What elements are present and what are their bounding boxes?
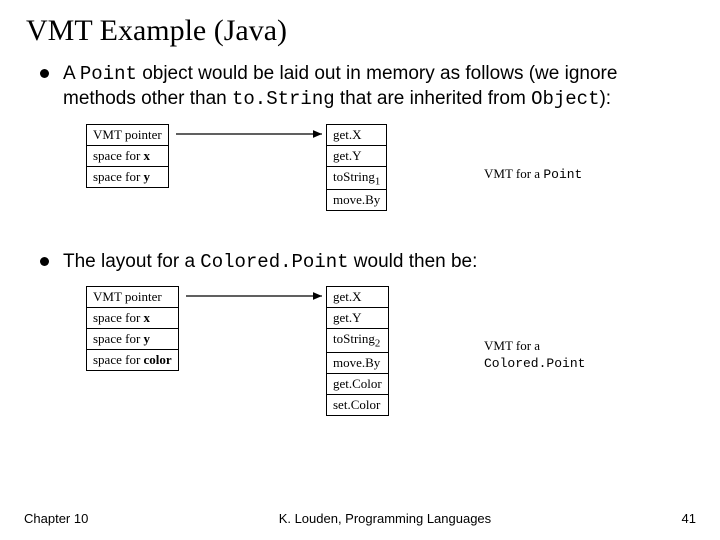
bullet-2: The layout for a Colored.Point would the… xyxy=(40,250,694,275)
bullet-1: A Point object would be laid out in memo… xyxy=(40,62,694,112)
cp-vmt-table: get.X get.Y toString2 move.By get.Color … xyxy=(326,286,389,416)
vmt-row: toString2 xyxy=(327,329,389,353)
vmt-row: toString1 xyxy=(327,166,387,190)
point-caption: VMT for a Point xyxy=(484,166,582,184)
footer-center: K. Louden, Programming Languages xyxy=(279,511,491,526)
obj-row: space for y xyxy=(87,166,169,187)
vmt-row: get.Color xyxy=(327,373,389,394)
vmt-row: get.X xyxy=(327,287,389,308)
obj-row: VMT pointer xyxy=(87,287,179,308)
diagram-coloredpoint: VMT pointer space for x space for y spac… xyxy=(86,282,694,452)
page-title: VMT Example (Java) xyxy=(26,14,694,48)
obj-row: space for y xyxy=(87,329,179,350)
obj-row: space for x xyxy=(87,308,179,329)
vmt-row: move.By xyxy=(327,352,389,373)
obj-row: space for color xyxy=(87,350,179,371)
diagram-point: VMT pointer space for x space for y get.… xyxy=(86,120,694,240)
cp-object-table: VMT pointer space for x space for y spac… xyxy=(86,286,179,371)
point-object-table: VMT pointer space for x space for y xyxy=(86,124,169,188)
point-vmt-table: get.X get.Y toString1 move.By xyxy=(326,124,387,212)
vmt-row: get.Y xyxy=(327,308,389,329)
bullet-1-text: A Point object would be laid out in memo… xyxy=(63,62,694,112)
footer-right: 41 xyxy=(682,511,696,526)
obj-row: space for x xyxy=(87,145,169,166)
footer: Chapter 10 K. Louden, Programming Langua… xyxy=(0,511,720,526)
footer-left: Chapter 10 xyxy=(24,511,88,526)
cp-caption: VMT for aColored.Point xyxy=(484,338,585,373)
vmt-row: get.Y xyxy=(327,145,387,166)
bullet-dot xyxy=(40,69,49,78)
vmt-row: get.X xyxy=(327,124,387,145)
bullet-dot xyxy=(40,257,49,266)
bullet-2-text: The layout for a Colored.Point would the… xyxy=(63,250,477,275)
vmt-row: move.By xyxy=(327,190,387,211)
obj-row: VMT pointer xyxy=(87,124,169,145)
vmt-row: set.Color xyxy=(327,394,389,415)
